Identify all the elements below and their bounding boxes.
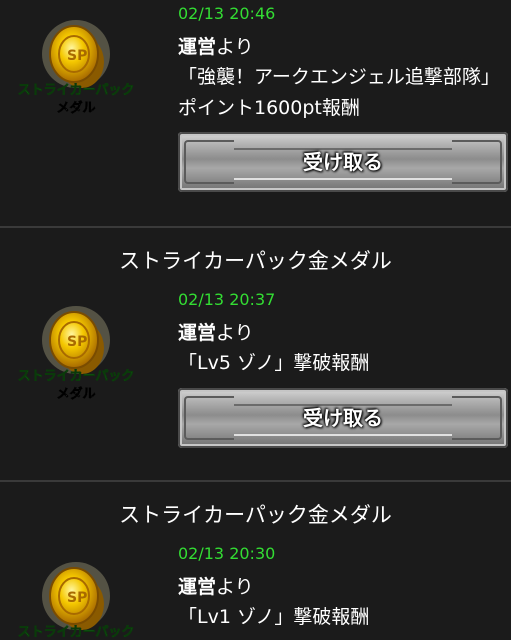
item-sender: 運営より	[178, 572, 254, 599]
sender-suffix: より	[216, 576, 254, 598]
item-message: 「Lv5 ゾノ」撃破報酬	[178, 352, 370, 374]
receive-button-label: 受け取る	[303, 150, 383, 174]
item-date: 02/13 20:37	[178, 290, 276, 309]
receive-button[interactable]: 受け取る	[178, 388, 508, 448]
item-date: 02/13 20:30	[178, 544, 276, 563]
gift-list: SP ストライカーパック メダル 02/13 20:46 運営より 「強襲！アー…	[0, 0, 511, 640]
svg-text:ストライカーパック: ストライカーパック	[18, 625, 135, 640]
item-message: 「強襲！アークエンジェル追撃部隊」ポイント1600pt報酬	[178, 66, 491, 119]
sender-name: 運営	[178, 36, 217, 58]
striker-pack-medal-icon: SP ストライカーパック メダル	[12, 552, 140, 640]
sender-name: 運営	[178, 576, 217, 598]
svg-text:ストライカーパック: ストライカーパック	[18, 83, 135, 98]
striker-pack-medal-icon: SP ストライカーパック メダル	[12, 296, 140, 408]
striker-pack-medal-icon: SP ストライカーパック メダル	[12, 10, 140, 122]
gift-item: ストライカーパック金メダル SP ストライカーパック メダル 02	[0, 228, 511, 480]
svg-text:SP: SP	[67, 590, 87, 606]
item-date: 02/13 20:46	[178, 4, 276, 23]
sender-suffix: より	[216, 322, 254, 344]
item-sender: 運営より	[178, 32, 254, 59]
item-message: 「Lv1 ゾノ」撃破報酬	[178, 606, 370, 628]
receive-button[interactable]: 受け取る	[178, 132, 508, 192]
svg-text:SP: SP	[67, 48, 87, 64]
sender-suffix: より	[216, 36, 254, 58]
item-title: ストライカーパック金メダル	[119, 249, 392, 273]
item-title: ストライカーパック金メダル	[119, 503, 392, 527]
svg-text:ストライカーパック: ストライカーパック	[18, 369, 135, 384]
item-sender: 運営より	[178, 318, 254, 345]
gift-item: ストライカーパック金メダル SP ストライカーパック メダル 02	[0, 482, 511, 640]
svg-text:SP: SP	[67, 334, 87, 350]
receive-button-label: 受け取る	[303, 406, 383, 430]
gift-item: SP ストライカーパック メダル 02/13 20:46 運営より 「強襲！アー…	[0, 0, 511, 226]
svg-text:メダル: メダル	[56, 100, 95, 116]
svg-text:メダル: メダル	[56, 386, 95, 402]
sender-name: 運営	[178, 322, 217, 344]
